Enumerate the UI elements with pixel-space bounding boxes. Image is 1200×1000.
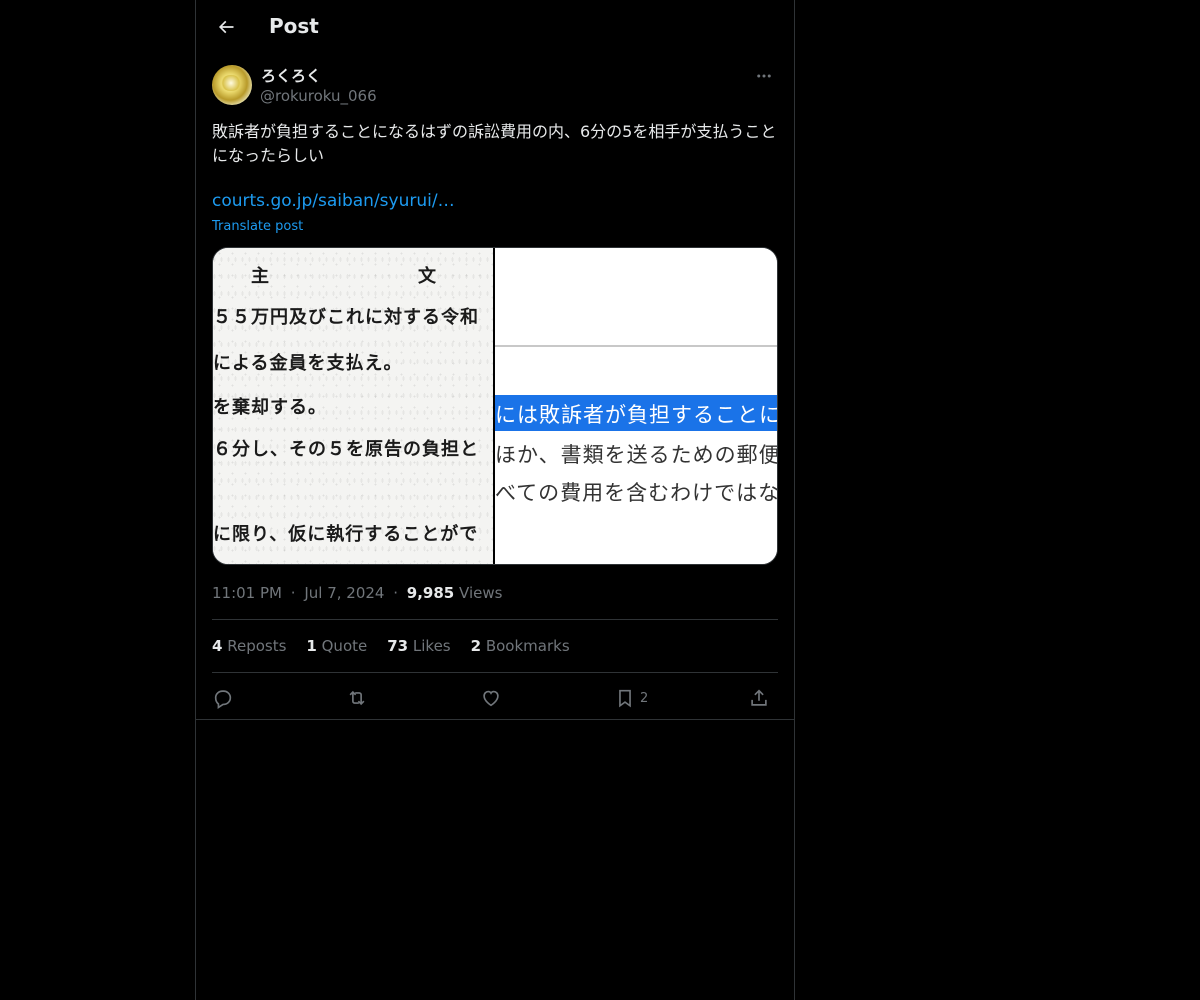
post-header: Post bbox=[196, 0, 794, 54]
share-icon bbox=[751, 689, 767, 706]
post-link[interactable]: courts.go.jp/saiban/syurui/… bbox=[212, 191, 455, 211]
reply-button[interactable] bbox=[212, 683, 234, 713]
scan-line: による金員を支払え。 bbox=[213, 353, 403, 374]
scan-line: ５５万円及びこれに対する令和 bbox=[213, 307, 479, 328]
translate-post-button[interactable]: Translate post bbox=[212, 219, 303, 234]
scan-heading-2: 文 bbox=[418, 266, 436, 287]
likes-count: 73 bbox=[387, 637, 409, 655]
divider bbox=[196, 719, 794, 720]
repost-icon bbox=[349, 690, 365, 706]
divider bbox=[212, 672, 778, 673]
divider bbox=[212, 619, 778, 620]
post-media: 主 文 ５５万円及びこれに対する令和 による金員を支払え。 を棄却する。 ６分し… bbox=[212, 247, 778, 565]
author-handle[interactable]: @rokuroku_066 bbox=[260, 87, 377, 105]
scan-line: を棄却する。 bbox=[213, 397, 327, 418]
quotes-stat[interactable]: 1 Quote bbox=[306, 637, 367, 655]
avatar[interactable] bbox=[212, 65, 252, 105]
post-date[interactable]: Jul 7, 2024 bbox=[304, 584, 384, 602]
views-label: Views bbox=[459, 584, 503, 602]
screenshot-divider bbox=[495, 345, 777, 347]
bookmark-button[interactable]: 2 bbox=[614, 683, 648, 713]
meta-separator: · bbox=[290, 584, 296, 602]
scan-heading-1: 主 bbox=[251, 266, 269, 287]
bookmarks-count: 2 bbox=[470, 637, 482, 655]
author-name[interactable]: ろくろく bbox=[261, 65, 321, 86]
views-count: 9,985 bbox=[406, 584, 455, 602]
reposts-count: 4 bbox=[212, 637, 223, 655]
post-meta: 11:01 PM · Jul 7, 2024 · 9,985 Views bbox=[212, 584, 502, 602]
quotes-count: 1 bbox=[306, 637, 317, 655]
post-stats: 4 Reposts 1 Quote 73 Likes 2 Bookmarks bbox=[212, 637, 570, 655]
heart-icon bbox=[483, 690, 499, 707]
bookmarks-label: Bookmarks bbox=[485, 637, 570, 655]
reposts-label: Reposts bbox=[227, 637, 287, 655]
post-author: ろくろく @rokuroku_066 bbox=[212, 64, 778, 108]
like-button[interactable] bbox=[480, 683, 502, 713]
screenshot-line: べての費用を含むわけではな bbox=[495, 481, 777, 505]
post-time[interactable]: 11:01 PM bbox=[212, 584, 282, 602]
post-column: Post ろくろく @rokuroku_066 敗訴者が負担することになるはずの… bbox=[195, 0, 795, 1000]
scan-line: に限り、仮に執行することがで bbox=[213, 524, 479, 545]
likes-stat[interactable]: 73 Likes bbox=[387, 637, 450, 655]
media-image-right[interactable]: には敗訴者が負担することにな ほか、書類を送るための郵便 べての費用を含むわけで… bbox=[495, 248, 777, 564]
more-icon bbox=[757, 74, 771, 78]
post-text: 敗訴者が負担することになるはずの訴訟費用の内、6分の5を相手が支払うことになった… bbox=[212, 122, 777, 165]
bookmarks-stat[interactable]: 2 Bookmarks bbox=[471, 637, 570, 655]
screenshot-line: ほか、書類を送るための郵便 bbox=[495, 443, 777, 467]
page-title: Post bbox=[269, 14, 319, 38]
reply-icon bbox=[214, 690, 232, 709]
bookmark-count: 2 bbox=[640, 690, 649, 706]
reposts-stat[interactable]: 4 Reposts bbox=[212, 637, 286, 655]
highlighted-line: には敗訴者が負担することにな bbox=[495, 403, 777, 427]
share-button[interactable] bbox=[748, 683, 770, 713]
bookmark-icon bbox=[619, 689, 631, 708]
likes-label: Likes bbox=[412, 637, 451, 655]
back-button[interactable] bbox=[208, 9, 244, 45]
media-image-left[interactable]: 主 文 ５５万円及びこれに対する令和 による金員を支払え。 を棄却する。 ６分し… bbox=[213, 248, 495, 564]
post-actions: 2 bbox=[212, 683, 778, 713]
scan-line: ６分し、その５を原告の負担と bbox=[213, 439, 479, 460]
more-options-button[interactable] bbox=[750, 64, 778, 88]
repost-button[interactable] bbox=[346, 683, 368, 713]
arrow-left-icon bbox=[218, 20, 234, 34]
meta-separator: · bbox=[393, 584, 399, 602]
quotes-label: Quote bbox=[321, 637, 368, 655]
